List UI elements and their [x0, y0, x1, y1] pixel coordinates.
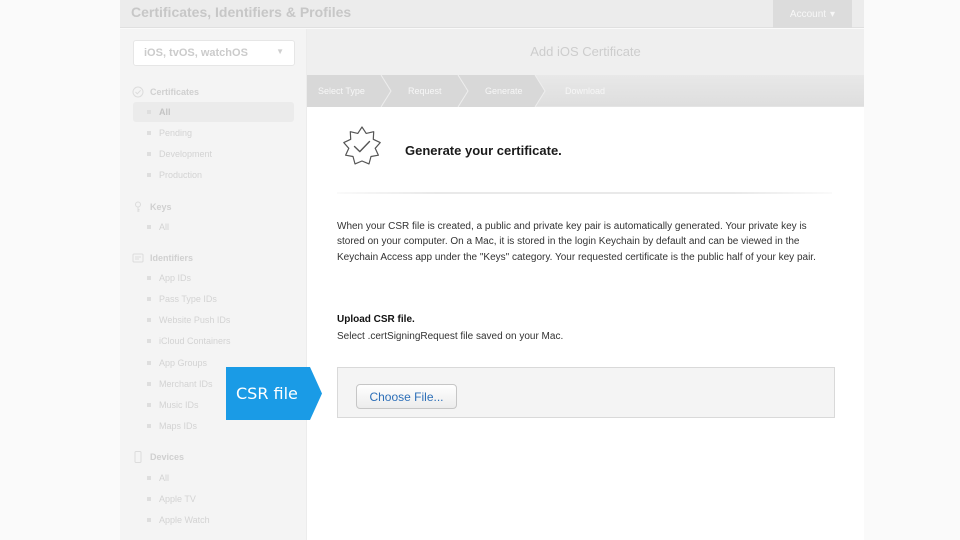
sidebar-section-keys: Keys [132, 201, 172, 213]
sidebar-item-certificates-all[interactable]: All [133, 102, 294, 122]
sidebar-section-identifiers: Identifiers [132, 252, 193, 264]
description-text: When your CSR file is created, a public … [337, 221, 816, 263]
top-bar: Certificates, Identifiers & Profiles Acc… [120, 0, 864, 28]
bullet-icon [147, 424, 151, 428]
callout-label: CSR file [236, 384, 298, 403]
bullet-icon [147, 225, 151, 229]
step-select-type: Select Type [318, 86, 365, 96]
bullet-icon [147, 297, 151, 301]
sidebar-section-title: Certificates [150, 87, 200, 97]
sidebar-item-apple-tv[interactable]: Apple TV [133, 489, 294, 509]
bullet-icon [147, 173, 151, 177]
bullet-icon [147, 403, 151, 407]
sidebar-item-label: Merchant IDs [159, 379, 213, 389]
bullet-icon [147, 361, 151, 365]
platform-select[interactable]: iOS, tvOS, watchOS ▼ [133, 40, 295, 66]
sidebar-item-apple-watch[interactable]: Apple Watch [133, 510, 294, 530]
bullet-icon [147, 110, 151, 114]
identifier-icon [132, 252, 144, 264]
sidebar: iOS, tvOS, watchOS ▼ Certificates All Pe… [120, 29, 307, 540]
sidebar-section-certificates: Certificates [132, 86, 199, 98]
sidebar-section-title: Keys [150, 202, 172, 212]
sidebar-item-label: Music IDs [159, 400, 199, 410]
bullet-icon [147, 152, 151, 156]
sidebar-item-keys-all[interactable]: All [133, 217, 294, 237]
bullet-icon [147, 497, 151, 501]
sidebar-section-devices: Devices [132, 451, 184, 463]
sidebar-item-label: iCloud Containers [159, 336, 231, 346]
sidebar-item-label: App Groups [159, 358, 208, 368]
choose-file-button[interactable]: Choose File... [356, 384, 457, 409]
key-icon [132, 201, 144, 213]
sidebar-item-label: App IDs [159, 273, 192, 283]
file-upload-area: Choose File... [337, 367, 835, 418]
sidebar-item-icloud-containers[interactable]: iCloud Containers [133, 331, 294, 351]
sidebar-item-label: Maps IDs [159, 421, 198, 431]
step-download: Download [565, 86, 606, 96]
sidebar-item-label: Website Push IDs [159, 315, 231, 325]
sidebar-item-label: Pending [159, 128, 193, 138]
sidebar-item-label: Apple Watch [159, 515, 210, 525]
sidebar-item-label: Production [159, 170, 203, 180]
sidebar-item-devices-all[interactable]: All [133, 468, 294, 488]
sidebar-item-certificates-production[interactable]: Production [133, 165, 294, 185]
bullet-icon [147, 131, 151, 135]
bullet-icon [147, 476, 151, 480]
step-progress-bar: Select Type Request Generate Download [307, 75, 864, 107]
sidebar-section-title: Devices [150, 452, 185, 462]
account-label: Account [789, 8, 827, 20]
account-menu[interactable]: Account ▾ [773, 0, 852, 28]
bullet-icon [147, 339, 151, 343]
bullet-icon [147, 518, 151, 522]
upload-instructions: Select .certSigningRequest file saved on… [337, 331, 564, 342]
upload-title: Upload CSR file. [337, 314, 415, 325]
certificate-seal-icon [340, 124, 384, 168]
sidebar-item-label: All [159, 222, 170, 232]
divider [337, 192, 832, 194]
main-panel: Add iOS Certificate Select Type Request … [307, 29, 864, 540]
section-heading: Generate your certificate. [405, 143, 562, 158]
chevron-down-icon: ▼ [276, 47, 284, 56]
sidebar-item-label: All [159, 473, 170, 483]
sidebar-item-label: Development [159, 149, 213, 159]
bullet-icon [147, 318, 151, 322]
sidebar-item-label: All [159, 107, 171, 117]
device-icon [132, 451, 144, 463]
sidebar-item-pass-type-ids[interactable]: Pass Type IDs [133, 289, 294, 309]
sidebar-section-title: Identifiers [150, 253, 194, 263]
bullet-icon [147, 276, 151, 280]
sidebar-item-certificates-pending[interactable]: Pending [133, 123, 294, 143]
app-title: Certificates, Identifiers & Profiles [131, 4, 352, 20]
platform-select-value: iOS, tvOS, watchOS [144, 47, 248, 59]
sidebar-item-website-push-ids[interactable]: Website Push IDs [133, 310, 294, 330]
sidebar-item-app-ids[interactable]: App IDs [133, 268, 294, 288]
page-title: Add iOS Certificate [307, 29, 864, 75]
bullet-icon [147, 382, 151, 386]
csr-file-callout: CSR file [226, 367, 322, 420]
sidebar-item-label: Apple TV [159, 494, 196, 504]
sidebar-item-certificates-development[interactable]: Development [133, 144, 294, 164]
step-generate: Generate [485, 86, 523, 96]
certificate-icon [132, 86, 144, 98]
step-request: Request [408, 86, 442, 96]
sidebar-item-label: Pass Type IDs [159, 294, 217, 304]
chevron-down-icon: ▾ [830, 8, 836, 20]
